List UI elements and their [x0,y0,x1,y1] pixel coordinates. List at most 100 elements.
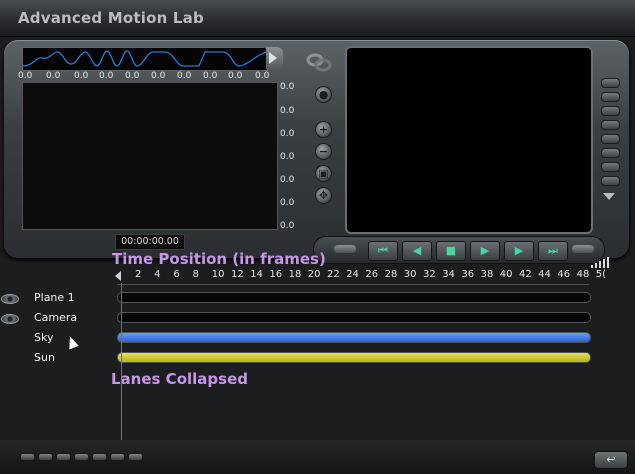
lane-label-plane-1[interactable]: Plane 1 [34,291,75,304]
bottom-slot[interactable] [38,453,53,461]
preset-slot[interactable] [601,92,620,102]
bottom-slot[interactable] [110,453,125,461]
visibility-eye-icon[interactable] [1,314,19,324]
ruler-label: 0.0 [18,71,33,81]
lane-label-sun[interactable]: Sun [34,351,55,364]
frame-tick-label: 5( [595,269,607,280]
scale-label: 0.0 [280,106,295,116]
scale-label: 0.0 [280,82,295,92]
go-to-start-button[interactable]: ⏮ [368,241,398,261]
play-icon: ▶ [480,244,490,257]
stop-button[interactable]: ■ [436,241,466,261]
preset-slot[interactable] [601,162,620,172]
playhead-marker-icon[interactable] [115,271,121,281]
ruler-label: 0.0 [228,71,243,81]
lane-track-camera[interactable] [117,312,591,323]
move-button[interactable]: ✥ [315,187,332,204]
play-button[interactable]: ▶ [470,241,500,261]
lane-label-sky[interactable]: Sky [34,331,53,344]
curve-graph[interactable] [22,82,278,230]
playhead-line[interactable] [121,283,122,443]
lane-track-sun[interactable] [117,352,591,363]
step-back-button[interactable]: ◀ [402,241,432,261]
scale-label: 0.0 [280,221,295,231]
scale-label: 0.0 [280,175,295,185]
frame-tick-label: 26 [365,269,379,280]
record-button[interactable]: ● [315,86,332,103]
zoom-out-button[interactable]: − [315,143,332,160]
step-forward-icon: ▶ [514,244,524,257]
lane-track-sky[interactable] [117,332,591,343]
preset-slot[interactable] [601,176,620,186]
preview-viewport[interactable] [345,46,593,234]
ruler-baseline [117,284,589,285]
ruler-label: 0.0 [203,71,218,81]
return-button[interactable]: ↩ [594,451,628,469]
bottom-slot[interactable] [20,453,35,461]
transport-left-knob[interactable] [334,245,356,253]
frame-tick-label: 12 [231,269,244,280]
scroll-down-icon[interactable] [603,193,615,200]
ruler-label: 0.0 [125,71,140,81]
frame-tick-label: 4 [154,269,161,280]
time-position-annotation: Time Position (in frames) [112,250,326,268]
frame-tick-label: 6 [173,269,180,280]
ruler-label: 0.0 [74,71,89,81]
frame-tick-label: 18 [288,269,302,280]
frame-tick-label: 2 [135,269,142,280]
frame-all-button[interactable]: ▣ [315,165,332,182]
link-icon[interactable] [306,52,332,72]
ruler-label: 0.0 [99,71,114,81]
frame-tick-label: 30 [403,269,417,280]
return-arrow-icon: ↩ [606,453,616,466]
frame-tick-label: 24 [346,269,359,280]
step-forward-button[interactable]: ▶ [504,241,534,261]
zoom-out-icon: − [318,145,329,158]
frame-tick-label: 22 [327,269,340,280]
visibility-eye-icon[interactable] [1,294,19,304]
preset-slot[interactable] [601,106,620,116]
frame-tick-label: 42 [519,269,532,280]
frame-tick-label: 40 [499,269,513,280]
zoom-level-icon[interactable] [590,256,612,268]
frame-tick-label: 32 [423,269,436,280]
transport-right-knob[interactable] [572,245,594,253]
move-icon: ✥ [318,189,329,202]
preset-slot[interactable] [601,134,620,144]
lane-label-camera[interactable]: Camera [34,311,77,324]
app-title: Advanced Motion Lab [18,9,204,27]
frame-tick-label: 48 [576,269,590,280]
curve-scroll-right-button[interactable] [266,47,283,69]
bottom-slot[interactable] [92,453,107,461]
curve-overview[interactable] [22,47,268,71]
skip-forward-icon: ⏭ [548,244,558,257]
record-icon: ● [318,88,329,101]
frame-tick-label: 46 [557,269,571,280]
bottom-slot[interactable] [128,453,143,461]
lanes-collapsed-annotation: Lanes Collapsed [111,370,248,388]
zoom-in-icon: + [318,123,329,136]
frame-tick-label: 36 [461,269,475,280]
frame-tick-label: 28 [384,269,398,280]
bottom-slot[interactable] [74,453,89,461]
step-back-icon: ◀ [412,244,422,257]
scale-label: 0.0 [280,198,295,208]
lane-track-plane-1[interactable] [117,292,591,303]
zoom-in-button[interactable]: + [315,121,332,138]
frame-icon: ▣ [318,167,329,180]
skip-back-icon: ⏮ [378,244,388,257]
frame-tick-label: 38 [480,269,494,280]
frame-tick-label: 20 [307,269,321,280]
frame-tick-label: 14 [250,269,263,280]
frame-tick-label: 44 [538,269,551,280]
stop-icon: ■ [445,244,457,257]
frame-tick-label: 10 [211,269,225,280]
scale-label: 0.0 [280,152,295,162]
preset-slot[interactable] [601,148,620,158]
go-to-end-button[interactable]: ⏭ [538,241,568,261]
bottom-slot[interactable] [56,453,71,461]
frame-tick-label: 34 [442,269,455,280]
preset-slot[interactable] [601,120,620,130]
ruler-label: 0.0 [255,71,270,81]
preset-slot[interactable] [601,78,620,88]
